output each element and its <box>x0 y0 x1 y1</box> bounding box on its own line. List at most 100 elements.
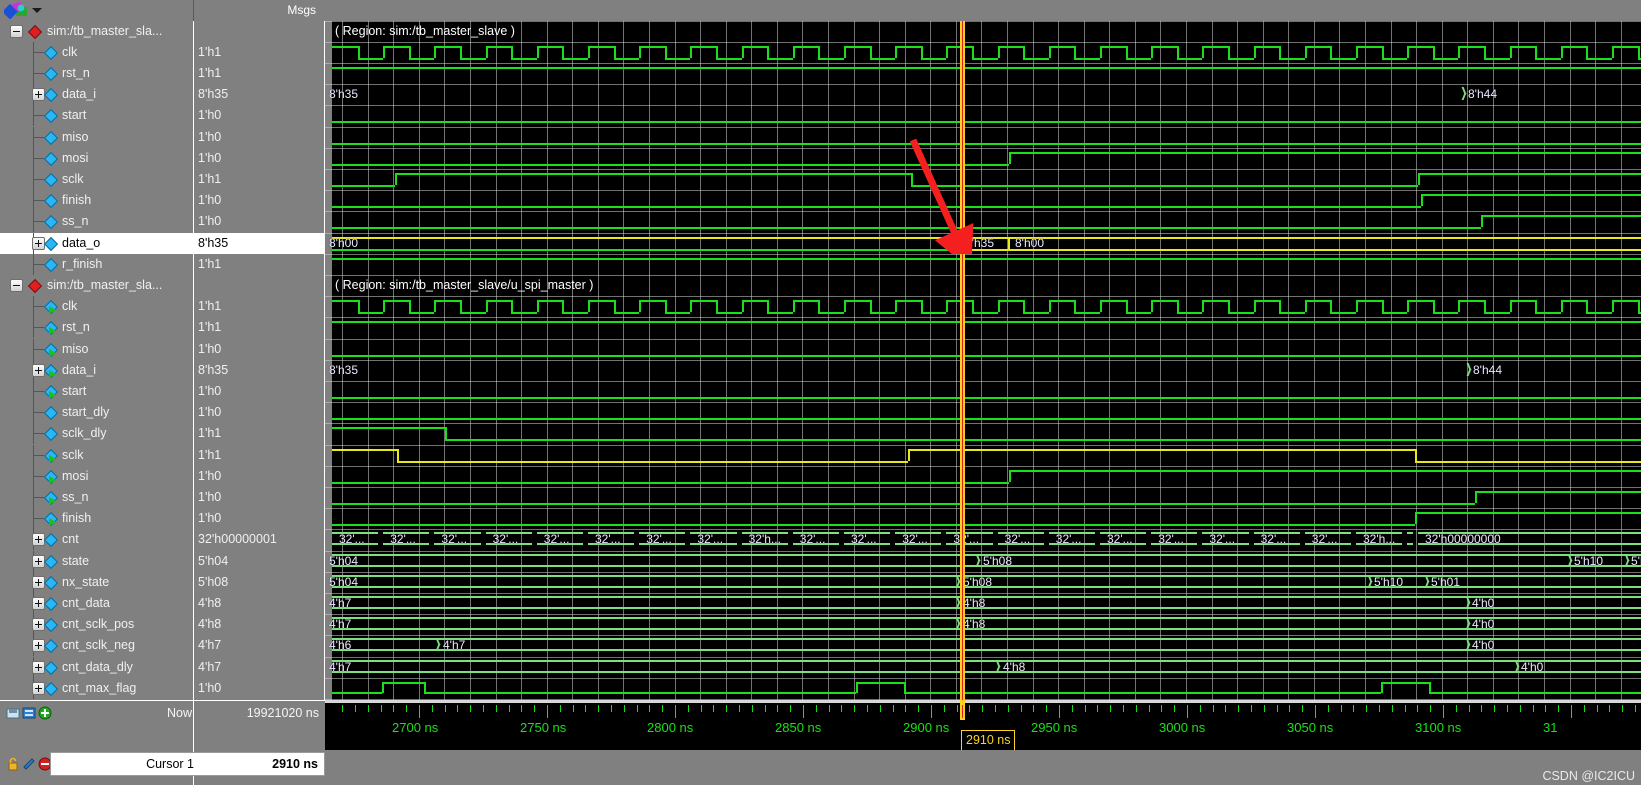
wave-segment <box>1560 300 1587 303</box>
signal-value-row[interactable]: 8'h35 <box>194 84 324 105</box>
signal-value-row[interactable]: 8'h35 <box>194 232 324 254</box>
signal-value-row[interactable] <box>194 275 324 296</box>
signal-value-row[interactable]: 4'h8 <box>194 593 324 614</box>
lock-icon[interactable] <box>6 757 20 771</box>
signal-row[interactable]: sim:/tb_master_sla... <box>0 275 193 296</box>
signal-row[interactable]: data_i <box>0 84 193 106</box>
waveform-pane[interactable]: 32'... 32'... 32'... 32'... 32'... 32'... 32'.… <box>325 21 1641 700</box>
cursor-row[interactable]: Cursor 1 2910 ns <box>0 726 325 776</box>
signal-row[interactable]: finish <box>0 190 193 212</box>
signal-row[interactable]: cnt_sclk_pos <box>0 614 193 636</box>
signal-row[interactable]: cnt_data <box>0 592 193 615</box>
signal-row[interactable]: clk <box>0 41 193 63</box>
signal-value-row[interactable]: 1'h0 <box>194 148 324 169</box>
signal-value-row[interactable]: 4'h7 <box>194 635 324 656</box>
wave-segment <box>562 312 588 315</box>
blue-diamond-icon <box>43 151 59 166</box>
signal-value-row[interactable]: 1'h0 <box>194 211 324 232</box>
signal-name-pane[interactable]: sim:/tb_master_sla... clk rst_n data_i start… <box>0 21 194 700</box>
signal-row[interactable]: cnt_max_flag <box>0 677 193 699</box>
wave-segment <box>460 57 486 60</box>
signal-value-row[interactable]: 1'h0 <box>194 466 324 487</box>
signal-row[interactable]: mosi <box>0 465 193 487</box>
signal-value-row[interactable]: 1'h0 <box>194 105 324 126</box>
signal-value-row[interactable]: 1'h0 <box>194 339 324 360</box>
signal-row[interactable]: data_i <box>0 359 193 381</box>
signal-row[interactable]: rst_n <box>0 317 193 339</box>
add-cursor-icon[interactable] <box>38 706 52 720</box>
signal-row[interactable]: sclk <box>0 168 193 191</box>
signal-row[interactable]: sclk <box>0 444 193 466</box>
signal-row[interactable]: nx_state <box>0 571 193 593</box>
insert-cursor-icon[interactable] <box>22 706 36 720</box>
signal-row[interactable]: cnt <box>0 529 193 551</box>
signal-row[interactable]: sclk_dly <box>0 423 193 445</box>
signal-row[interactable]: sim:/tb_master_sla... <box>0 21 193 42</box>
wave-cursor[interactable] <box>960 21 965 700</box>
signal-value-row[interactable]: 1'h1 <box>194 423 324 444</box>
signal-row[interactable]: r_finish <box>0 253 193 275</box>
signal-value-row[interactable]: 1'h0 <box>194 190 324 211</box>
minor-tick <box>1584 705 1585 712</box>
minor-tick <box>1353 705 1354 712</box>
signal-row[interactable]: start_dly <box>0 402 193 424</box>
signal-value-row[interactable]: 1'h1 <box>194 42 324 63</box>
signal-value-row[interactable]: 4'h8 <box>194 614 324 635</box>
signal-value-row[interactable]: 1'h0 <box>194 402 324 423</box>
collapse-button[interactable] <box>10 278 23 292</box>
blue-diamond-icon <box>43 109 59 124</box>
signal-value-row[interactable]: 1'h0 <box>194 127 324 148</box>
signal-row[interactable]: cnt_data_dly <box>0 656 193 678</box>
chevron-down-icon[interactable] <box>32 8 42 13</box>
signal-value-row[interactable]: 1'h0 <box>194 381 324 402</box>
signal-value-row[interactable] <box>194 21 324 42</box>
wave-segment <box>716 45 718 58</box>
save-wave-icon[interactable] <box>6 706 20 720</box>
signal-value-row[interactable]: 1'h1 <box>194 169 324 190</box>
signal-row[interactable]: mosi <box>0 147 193 169</box>
signal-row[interactable]: miso <box>0 126 193 148</box>
signal-value-row[interactable]: 1'h0 <box>194 487 324 508</box>
blue-diamond-icon <box>43 130 59 145</box>
signal-value-row[interactable]: 4'h7 <box>194 657 324 678</box>
signal-value-row[interactable]: 1'h1 <box>194 63 324 84</box>
signal-row[interactable]: miso <box>0 338 193 360</box>
signal-value-row[interactable]: 8'h35 <box>194 360 324 381</box>
collapse-button[interactable] <box>10 24 23 38</box>
signal-value-row[interactable]: 1'h1 <box>194 317 324 338</box>
signal-value-row[interactable]: 1'h1 <box>194 296 324 317</box>
cursor-label: Cursor 1 <box>146 757 194 771</box>
wave-segment <box>1560 300 1563 313</box>
signal-row[interactable]: state <box>0 550 193 572</box>
signal-value-row[interactable]: 1'h1 <box>194 254 324 275</box>
signal-value-row[interactable]: 1'h1 <box>194 445 324 466</box>
signal-row[interactable]: data_o <box>0 232 193 254</box>
signal-row[interactable]: cnt_sclk_neg <box>0 635 193 657</box>
row-grid-line <box>325 42 1641 43</box>
row-grid-line <box>325 381 1641 382</box>
signal-row[interactable]: finish <box>0 508 193 530</box>
signal-value-row[interactable]: 32'h00000001 <box>194 529 324 550</box>
wrench-icon[interactable] <box>22 757 36 771</box>
signal-row[interactable]: start <box>0 105 193 127</box>
signal-value-pane[interactable]: 1'h1 1'h1 8'h35 1'h0 1'h0 1'h0 1'h1 1'h0 1'h0 8'h… <box>194 21 324 700</box>
time-axis[interactable]: 2700 ns 2750 ns 2800 ns 2850 ns 2900 ns 2950 … <box>325 700 1641 750</box>
wave-segment <box>332 300 358 303</box>
signal-row[interactable]: rst_n <box>0 62 193 85</box>
signal-row[interactable]: ss_n <box>0 486 193 509</box>
signal-row[interactable]: ss_n <box>0 211 193 233</box>
time-axis-label: 2750 ns <box>520 720 567 735</box>
wave-value-label: 4'h8 <box>963 617 986 632</box>
signal-value-row[interactable]: 1'h0 <box>194 678 324 699</box>
wave-segment <box>434 300 460 303</box>
signal-row[interactable]: start <box>0 380 193 403</box>
signal-value-row[interactable]: 1'h0 <box>194 508 324 529</box>
row-grid-line <box>325 296 1641 297</box>
signal-value-row[interactable]: 5'h08 <box>194 572 324 593</box>
time-axis-label: 2800 ns <box>647 720 694 735</box>
signal-value-row[interactable]: 5'h04 <box>194 551 324 572</box>
wave-value-label: 5'h04 <box>329 574 358 589</box>
signal-value: 1'h0 <box>198 150 222 165</box>
signal-row[interactable]: clk <box>0 296 193 318</box>
cursor-field[interactable]: Cursor 1 2910 ns <box>50 752 325 776</box>
